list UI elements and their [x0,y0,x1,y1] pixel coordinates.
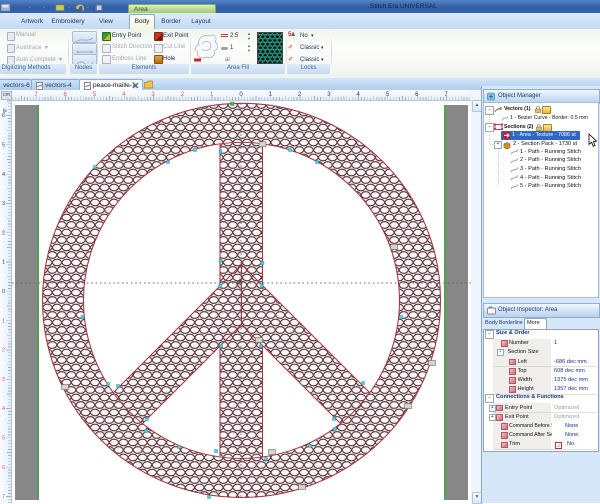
svg-text:1: 1 [2,318,5,324]
svg-text:6: 6 [2,113,5,119]
svg-text:5: 5 [2,143,5,149]
svg-text:1: 1 [2,260,5,266]
svg-text:5: 5 [2,436,5,442]
svg-text:4: 4 [2,172,5,178]
svg-text:2: 2 [2,230,5,236]
svg-text:3: 3 [2,201,5,207]
svg-text:2: 2 [2,348,5,354]
svg-text:3: 3 [2,377,5,383]
svg-text:7: 7 [2,494,5,500]
svg-text:4: 4 [2,406,5,412]
svg-text:0: 0 [2,289,5,295]
svg-text:6: 6 [2,465,5,471]
